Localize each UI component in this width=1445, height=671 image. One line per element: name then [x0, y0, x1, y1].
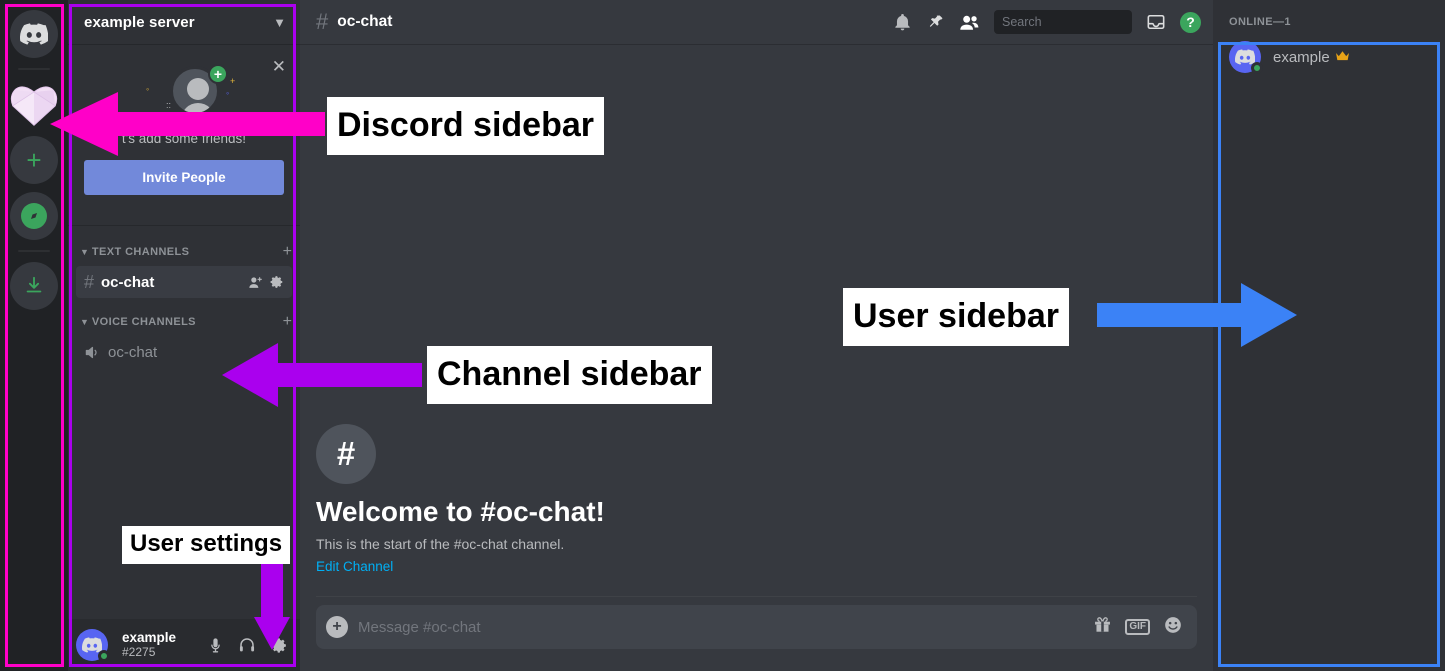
- avatar: [1229, 41, 1263, 74]
- invite-illustration: ◦ :: + ◦ +: [84, 62, 284, 124]
- attach-file-button[interactable]: +: [326, 616, 348, 638]
- invite-avatar-head: [187, 78, 209, 100]
- chevron-down-icon: ▼: [273, 14, 286, 30]
- status-badge-online: [98, 650, 110, 662]
- pin-icon: [929, 14, 943, 27]
- crown-icon: [1335, 50, 1350, 65]
- channel-name: oc-chat: [101, 273, 155, 291]
- member-category-online: ONLINE—1: [1229, 16, 1291, 28]
- welcome-hash-icon: #: [316, 424, 376, 484]
- composer-container: + GIF: [300, 605, 1213, 671]
- channel-category-text-channels[interactable]: ▼ TEXT CHANNELS +: [68, 240, 300, 264]
- notifications-button[interactable]: [893, 13, 912, 32]
- invite-avatar-plus-badge: +: [208, 64, 228, 84]
- heart-server-icon: [10, 86, 58, 126]
- server-rail-add-server-button[interactable]: +: [10, 136, 58, 184]
- server-rail-home-button[interactable]: [10, 10, 58, 58]
- member-list-item[interactable]: example: [1229, 36, 1437, 78]
- invite-avatar-body: [181, 103, 215, 113]
- discord-logo-icon: [20, 23, 48, 45]
- message-composer[interactable]: + GIF: [316, 605, 1197, 649]
- channel-item-oc-chat-voice[interactable]: oc-chat: [76, 336, 292, 368]
- add-text-channel-button[interactable]: +: [283, 244, 292, 260]
- server-rail-download-button[interactable]: [10, 262, 58, 310]
- server-rail-explore-button[interactable]: [10, 192, 58, 240]
- deafen-button[interactable]: [234, 632, 260, 658]
- gear-icon[interactable]: [270, 275, 284, 289]
- rail-divider-2: [18, 250, 50, 252]
- sparkle-icon-3: +: [230, 76, 236, 86]
- channel-item-oc-chat-text[interactable]: # oc-chat: [76, 266, 292, 298]
- server-name: example server: [84, 13, 195, 31]
- search-input[interactable]: [1002, 15, 1163, 29]
- gift-icon: [1095, 617, 1111, 632]
- member-name: example: [1273, 48, 1330, 66]
- message-input[interactable]: [358, 618, 1094, 636]
- category-label: VOICE CHANNELS: [91, 316, 196, 328]
- sparkle-icon-2: ::: [166, 100, 172, 110]
- invite-card-text: t's add some friends!: [121, 131, 247, 146]
- gif-button[interactable]: GIF: [1125, 619, 1150, 635]
- emoji-button[interactable]: [1163, 615, 1183, 640]
- welcome-subtitle: This is the start of the #oc-chat channe…: [316, 536, 565, 552]
- channel-title: oc-chat: [337, 13, 393, 30]
- inbox-button[interactable]: [1146, 12, 1166, 32]
- channel-category-voice-channels[interactable]: ▼ VOICE CHANNELS +: [68, 310, 300, 334]
- message-list: # Welcome to #oc-chat! This is the start…: [300, 44, 1213, 605]
- chevron-down-icon: ▼: [80, 247, 89, 257]
- user-name: example: [122, 630, 177, 646]
- chat-header: # oc-chat Search ?: [300, 0, 1213, 44]
- gift-button[interactable]: [1093, 615, 1112, 639]
- pinned-messages-button[interactable]: [926, 13, 945, 32]
- headphones-icon: [239, 638, 255, 652]
- sparkle-icon-4: ◦: [226, 88, 230, 98]
- user-settings-button[interactable]: [266, 632, 292, 658]
- plus-icon: +: [26, 145, 42, 175]
- add-member-icon[interactable]: [248, 275, 263, 290]
- search-box[interactable]: [994, 10, 1163, 34]
- user-discriminator: #2275: [122, 644, 156, 659]
- hash-icon: #: [316, 9, 329, 34]
- invite-people-button[interactable]: Invite People: [84, 160, 284, 195]
- server-rail-item-example-server[interactable]: [10, 80, 58, 128]
- discord-app-window: + example server ▼ ✕ ◦ :: + ◦ + t's add …: [0, 0, 1445, 671]
- member-list-button[interactable]: [959, 13, 980, 32]
- user-panel: example #2275: [68, 619, 300, 671]
- user-identity[interactable]: example #2275: [122, 630, 196, 659]
- speaker-icon: [85, 346, 97, 358]
- server-header-dropdown[interactable]: example server ▼: [68, 0, 300, 44]
- channel-list: ▼ TEXT CHANNELS + # oc-chat ▼ VOICE CHAN…: [68, 226, 300, 619]
- channel-sidebar: example server ▼ ✕ ◦ :: + ◦ + t's add so…: [68, 0, 300, 671]
- help-button[interactable]: ?: [1180, 11, 1201, 33]
- welcome-title: Welcome to #oc-chat!: [316, 496, 605, 527]
- category-label: TEXT CHANNELS: [91, 246, 190, 258]
- gear-icon: [271, 637, 286, 653]
- discord-server-rail: +: [0, 0, 68, 671]
- chevron-down-icon: ▼: [80, 317, 89, 327]
- microphone-icon: [210, 637, 220, 652]
- hash-icon: #: [84, 271, 95, 292]
- invite-friends-card: ✕ ◦ :: + ◦ + t's add some friends! Invit…: [68, 44, 300, 226]
- status-badge-online: [1251, 62, 1263, 74]
- message-divider: [316, 596, 1197, 597]
- inbox-icon: [1147, 14, 1165, 30]
- bell-icon: [895, 13, 910, 30]
- emoji-icon: [1165, 616, 1181, 633]
- rail-divider: [18, 68, 50, 70]
- channel-name: oc-chat: [108, 343, 158, 361]
- members-icon: [960, 15, 979, 30]
- sparkle-icon-1: ◦: [146, 84, 150, 94]
- add-voice-channel-button[interactable]: +: [283, 314, 292, 330]
- mute-button[interactable]: [202, 632, 228, 658]
- edit-channel-link[interactable]: Edit Channel: [316, 559, 1197, 574]
- compass-icon: [21, 203, 47, 229]
- member-sidebar: ONLINE—1 example: [1213, 0, 1445, 671]
- avatar[interactable]: [76, 629, 110, 662]
- download-icon: [26, 276, 42, 293]
- chat-area: # oc-chat Search ? # Welcome to #oc-chat…: [300, 0, 1213, 671]
